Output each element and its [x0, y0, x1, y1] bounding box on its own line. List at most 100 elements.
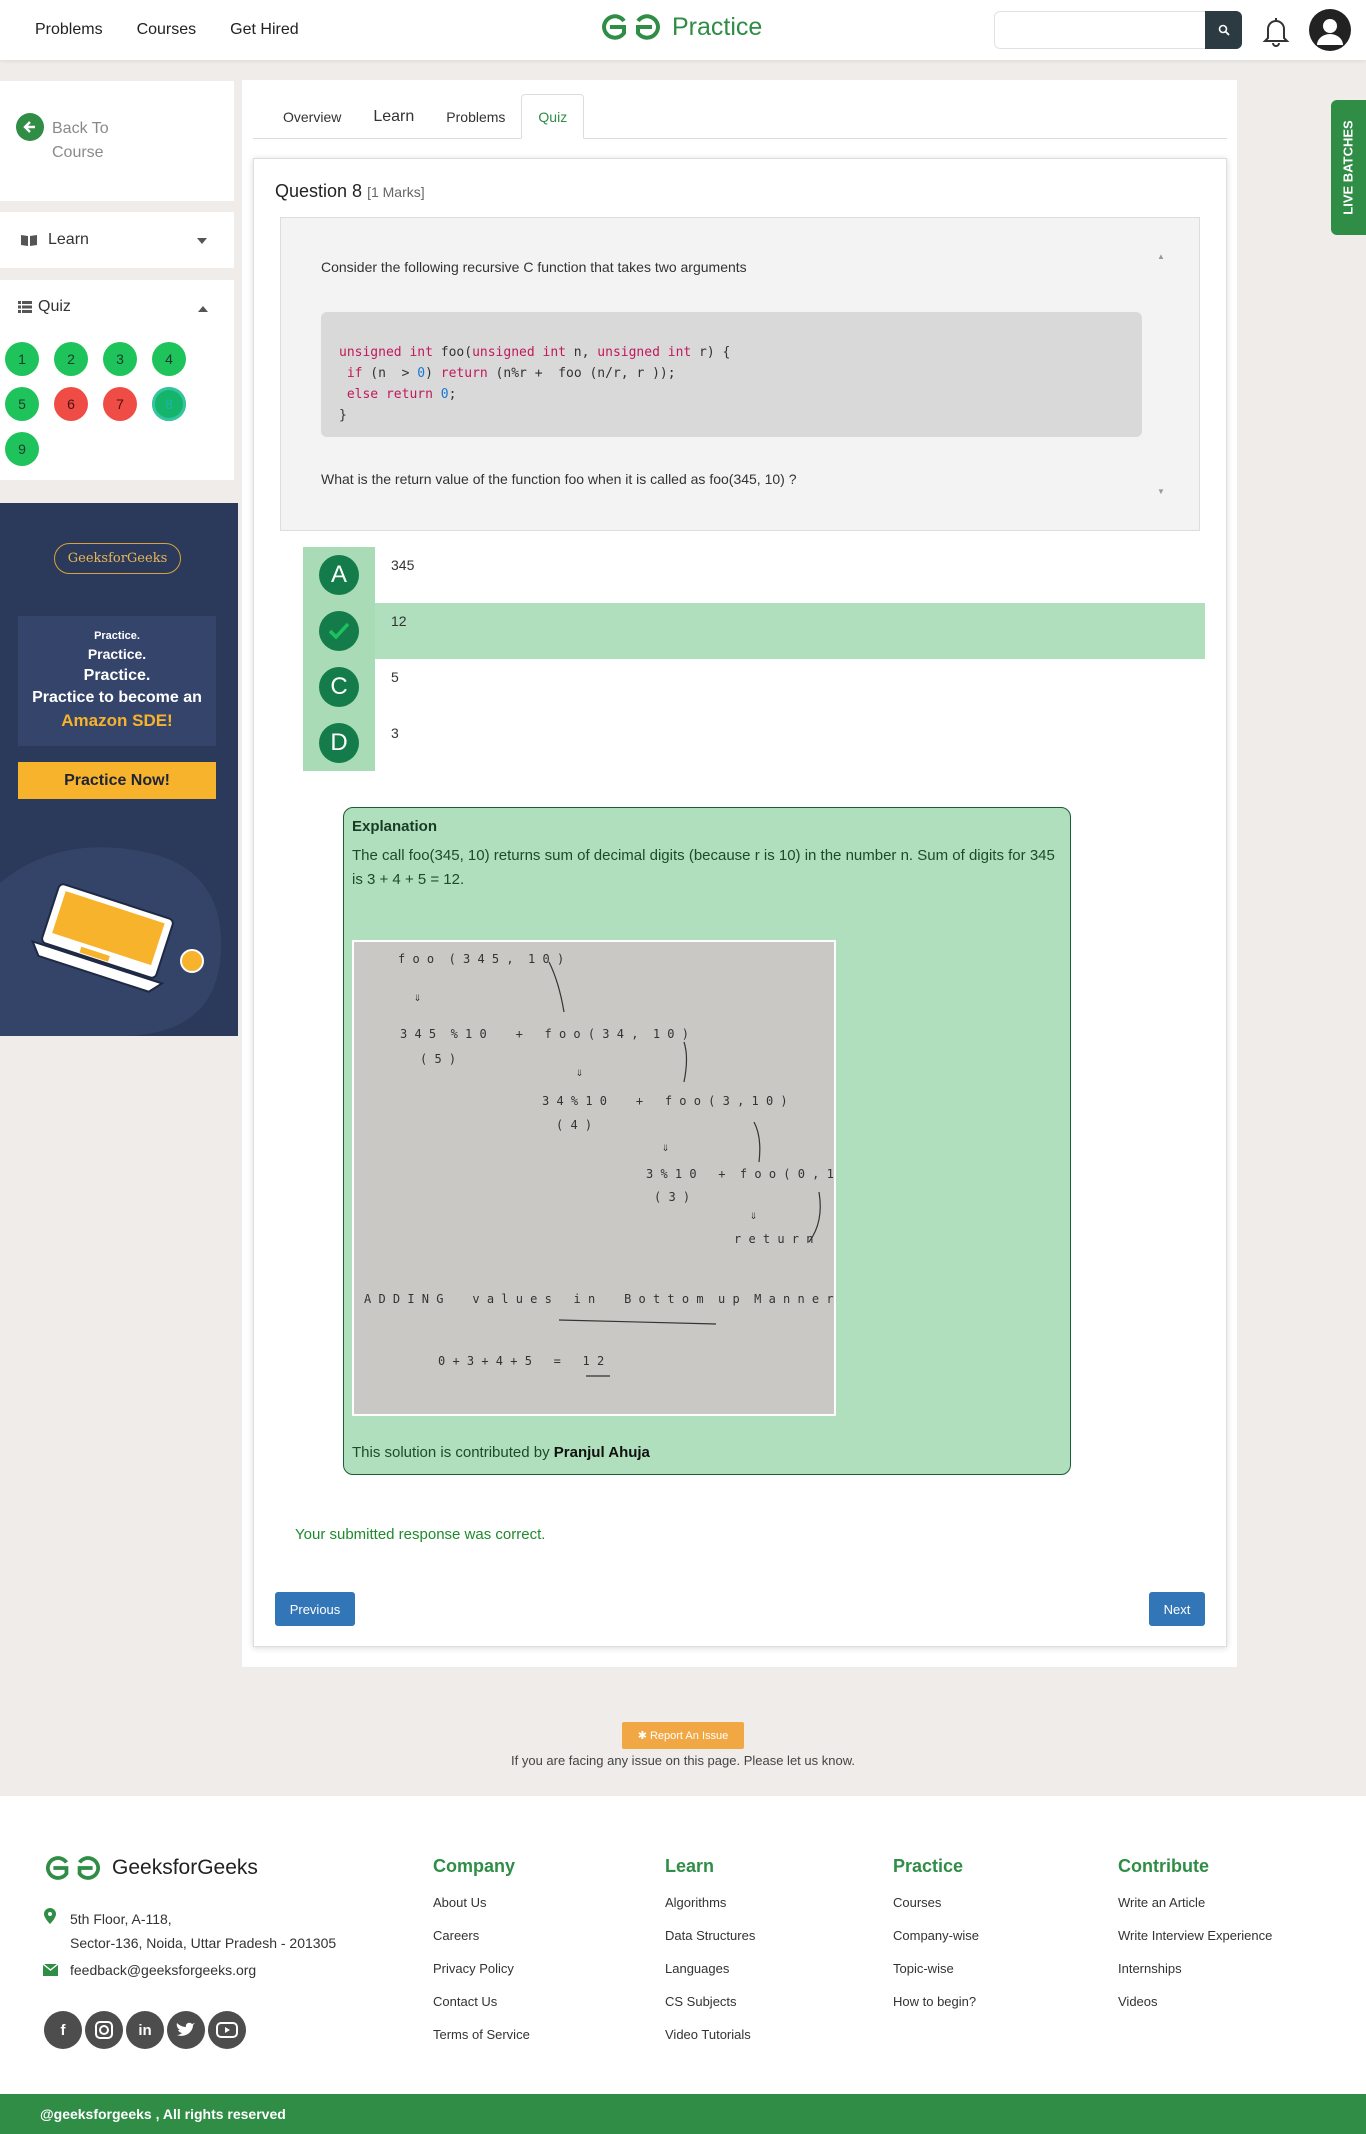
quiz-question-dot[interactable]: 6 — [54, 387, 88, 421]
tab-learn[interactable]: Learn — [357, 94, 430, 139]
search-icon — [1218, 24, 1230, 36]
brand-text: Practice — [672, 12, 763, 41]
footer-column-company: Company About Us Careers Privacy Policy … — [433, 1856, 530, 2060]
tab-quiz[interactable]: Quiz — [521, 94, 585, 139]
footer-link[interactable]: Terms of Service — [433, 2027, 530, 2060]
footer-link[interactable]: Courses — [893, 1895, 979, 1928]
footer-link[interactable]: Write an Article — [1118, 1895, 1272, 1928]
footer-link[interactable]: Algorithms — [665, 1895, 755, 1928]
footer-address-line2: Sector-136, Noida, Uttar Pradesh - 20130… — [70, 1935, 337, 1951]
laptop-illustration-icon — [0, 847, 222, 1036]
user-icon — [1317, 19, 1343, 45]
quiz-question-dot-current[interactable]: 8 — [152, 387, 186, 421]
nav-link-problems[interactable]: Problems — [35, 21, 103, 39]
option-c[interactable]: C 5 — [303, 659, 1205, 715]
quiz-question-dot[interactable]: 7 — [103, 387, 137, 421]
scroll-down-icon[interactable]: ▼ — [1157, 487, 1165, 496]
ad-brand-pill: GeeksforGeeks — [54, 543, 181, 574]
quiz-question-dot[interactable]: 5 — [5, 387, 39, 421]
sidebar-learn-label: Learn — [48, 231, 89, 248]
back-arrow-icon — [16, 113, 44, 141]
avatar[interactable] — [1309, 9, 1351, 51]
footer-link[interactable]: How to begin? — [893, 1994, 979, 2027]
footer-column-contribute: Contribute Write an Article Write Interv… — [1118, 1856, 1272, 2027]
search-button[interactable] — [1205, 11, 1242, 49]
footer-link[interactable]: Contact Us — [433, 1994, 530, 2027]
footer-column-learn: Learn Algorithms Data Structures Languag… — [665, 1856, 755, 2060]
footer-link[interactable]: Data Structures — [665, 1928, 755, 1961]
live-batches-tab[interactable]: LIVE BATCHES — [1331, 100, 1366, 235]
quiz-question-dot[interactable]: 9 — [5, 432, 39, 466]
linkedin-icon[interactable]: in — [126, 2011, 164, 2049]
footer-column-title: Learn — [665, 1856, 715, 1876]
footer-link[interactable]: Write Interview Experience — [1118, 1928, 1272, 1961]
tab-overview[interactable]: Overview — [267, 94, 357, 139]
back-to-course[interactable]: Back To Course — [0, 81, 234, 201]
report-note: If you are facing any issue on this page… — [511, 1753, 855, 1768]
footer-link[interactable]: Topic-wise — [893, 1961, 979, 1994]
quiz-question-dot[interactable]: 2 — [54, 342, 88, 376]
gfg-logo-icon — [602, 14, 660, 40]
nav-link-courses[interactable]: Courses — [137, 21, 197, 39]
option-value: 345 — [391, 557, 415, 573]
quiz-question-dot[interactable]: 3 — [103, 342, 137, 376]
tab-problems[interactable]: Problems — [430, 94, 521, 139]
sidebar-quiz-toggle[interactable]: Quiz — [18, 298, 208, 316]
footer-link[interactable]: Privacy Policy — [433, 1961, 530, 1994]
question-marks: [1 Marks] — [367, 184, 425, 200]
footer-link[interactable]: Video Tutorials — [665, 2027, 755, 2060]
copyright-bar: @geeksforgeeks , All rights reserved — [0, 2094, 1366, 2134]
scroll-up-icon[interactable]: ▲ — [1157, 252, 1165, 261]
ad-line: Practice. — [94, 630, 140, 642]
footer-link[interactable]: Videos — [1118, 1994, 1272, 2027]
instagram-icon[interactable] — [85, 2011, 123, 2049]
footer-link[interactable]: Languages — [665, 1961, 755, 1994]
footer-address-line1: 5th Floor, A-118, — [70, 1911, 172, 1927]
nav-links: Problems Courses Get Hired — [35, 0, 299, 60]
footer-link[interactable]: Internships — [1118, 1961, 1272, 1994]
explanation-contributor: This solution is contributed by Pranjul … — [352, 1444, 650, 1461]
option-b-selected[interactable]: 12 — [303, 603, 1205, 659]
top-navbar: Problems Courses Get Hired Practice — [0, 0, 1366, 60]
option-value: 5 — [391, 669, 399, 685]
code-block: unsigned int foo(unsigned int n, unsigne… — [321, 312, 1142, 437]
footer-link[interactable]: About Us — [433, 1895, 530, 1928]
nav-link-get-hired[interactable]: Get Hired — [230, 21, 298, 39]
list-icon — [18, 301, 32, 313]
youtube-icon[interactable] — [208, 2011, 246, 2049]
report-issue-label: Report An Issue — [649, 1729, 729, 1742]
facebook-icon[interactable]: f — [44, 2011, 82, 2049]
copyright-text: @geeksforgeeks , All rights reserved — [40, 2106, 286, 2122]
twitter-icon[interactable] — [167, 2011, 205, 2049]
ad-line: Practice. — [83, 667, 151, 684]
ad-line: Practice to become an — [32, 689, 202, 706]
question-title: Question 8 [1 Marks] — [275, 181, 425, 202]
book-icon — [21, 235, 37, 246]
quiz-question-dot[interactable]: 1 — [5, 342, 39, 376]
next-button[interactable]: Next — [1149, 1592, 1205, 1626]
ad-practice-now-button[interactable]: Practice Now! — [18, 762, 216, 799]
sidebar-learn-toggle[interactable]: Learn — [0, 212, 234, 268]
bell-icon[interactable] — [1260, 14, 1292, 48]
footer: GeeksforGeeks 5th Floor, A-118, Sector-1… — [0, 1796, 1366, 2094]
footer-brand[interactable]: GeeksforGeeks — [44, 1854, 258, 1882]
option-d[interactable]: D 3 — [303, 715, 1205, 771]
footer-link[interactable]: Careers — [433, 1928, 530, 1961]
brand-logo[interactable]: Practice — [600, 12, 762, 42]
option-letter: A — [319, 555, 359, 595]
explanation-text: The call foo(345, 10) returns sum of dec… — [352, 847, 1055, 888]
previous-button[interactable]: Previous — [275, 1592, 355, 1626]
footer-link[interactable]: CS Subjects — [665, 1994, 755, 2027]
ad-banner[interactable]: GeeksforGeeks Practice. Practice. Practi… — [0, 503, 238, 1036]
option-letter: D — [319, 723, 359, 763]
footer-link[interactable]: Company-wise — [893, 1928, 979, 1961]
report-issue-button[interactable]: ✱ Report An Issue — [622, 1722, 744, 1749]
footer-email[interactable]: feedback@geeksforgeeks.org — [70, 1962, 256, 1978]
option-letter: C — [319, 667, 359, 707]
sidebar-quiz-section: Quiz 1 2 3 4 5 6 7 8 9 — [0, 280, 234, 480]
handwritten-solution-image: f o o ( 3 4 5 , 1 0 ) ⇓ 3 4 5 % 1 0 + f … — [352, 940, 836, 1416]
live-batches-label: LIVE BATCHES — [1341, 120, 1357, 215]
option-a[interactable]: A 345 — [303, 547, 1205, 603]
location-pin-icon — [44, 1908, 56, 1924]
quiz-question-dot[interactable]: 4 — [152, 342, 186, 376]
